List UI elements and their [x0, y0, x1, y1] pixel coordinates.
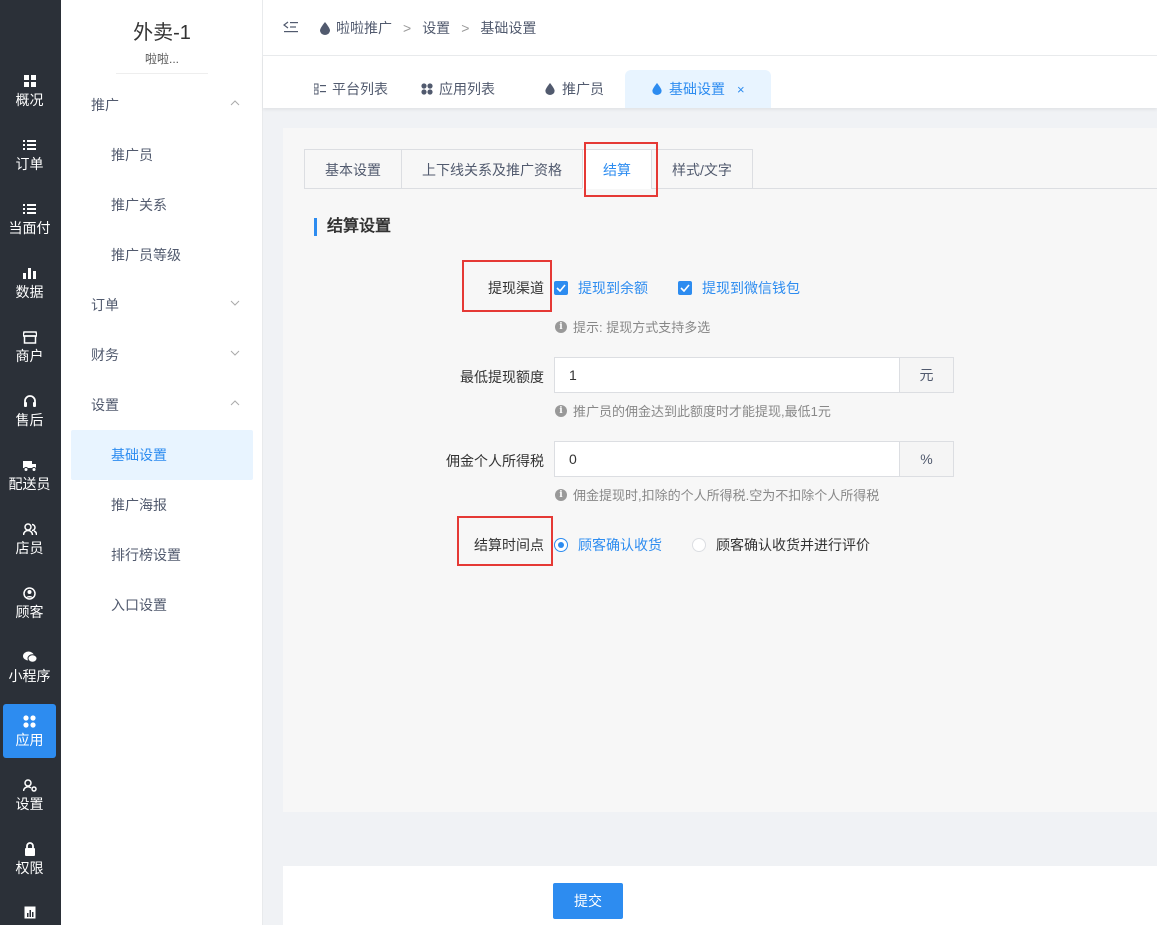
tax-group: % [554, 441, 954, 477]
rail-item-after-sales[interactable]: 售后 [3, 384, 56, 438]
drop-icon [652, 83, 662, 95]
rail-item-staff[interactable]: 店员 [3, 512, 56, 566]
bar-chart-icon [23, 266, 37, 280]
section-title: 结算设置 [314, 218, 391, 236]
breadcrumb-separator: > [403, 20, 412, 36]
info-icon: i [555, 488, 567, 501]
rail-item-permissions[interactable]: 权限 [3, 832, 56, 886]
info-icon: i [555, 404, 567, 417]
radio-confirm-receipt[interactable]: 顾客确认收货 [554, 535, 662, 555]
secondary-menu: 外卖-1 啦啦... 推广 推广员 推广关系 推广员等级 订单 财务 设置 基础… [61, 0, 263, 925]
page-tab-bar: 平台列表 应用列表 推广员 基础设置 × [263, 56, 1157, 108]
info-icon: i [555, 320, 567, 333]
check-icon [678, 281, 692, 295]
list-icon [23, 202, 37, 216]
menu-group-settings[interactable]: 设置 [91, 395, 241, 415]
rail-item-courier[interactable]: 配送员 [3, 448, 56, 502]
chevron-up-icon [230, 100, 240, 106]
settle-time-label: 结算时间点 [474, 537, 544, 553]
tab-style-text[interactable]: 样式/文字 [651, 149, 753, 189]
rail-item-face-pay[interactable]: 当面付 [3, 192, 56, 246]
form-footer: 提交 [283, 866, 1157, 925]
close-icon[interactable]: × [737, 82, 745, 97]
rail-item-merchant[interactable]: 商户 [3, 320, 56, 374]
rail-item-apps[interactable]: 应用 [3, 704, 56, 758]
breadcrumb-item[interactable]: 啦啦推广 [336, 18, 392, 38]
top-header: 啦啦推广 > 设置 > 基础设置 [263, 0, 1157, 56]
headset-icon [23, 394, 37, 408]
tax-input[interactable] [554, 441, 899, 477]
breadcrumb-separator: > [461, 20, 470, 36]
chevron-down-icon [230, 300, 240, 306]
user-settings-icon [22, 778, 37, 792]
tax-hint: i 佣金提现时,扣除的个人所得税.空为不扣除个人所得税 [555, 485, 879, 504]
menu-item-promotion-relations[interactable]: 推广关系 [71, 180, 253, 230]
menu-item-promoter[interactable]: 推广员 [71, 130, 253, 180]
rail-item-report[interactable] [3, 896, 56, 925]
chevron-up-icon [230, 400, 240, 406]
menu-item-leaderboard-settings[interactable]: 排行榜设置 [71, 530, 253, 580]
tab-basic[interactable]: 基本设置 [304, 149, 401, 189]
list-icon [23, 138, 37, 152]
main-nav-rail: 概况 订单 当面付 数据 商户 售后 配送员 店员 顾客 小程序 应用 设置 权… [0, 0, 61, 925]
rail-item-orders[interactable]: 订单 [3, 128, 56, 182]
rail-item-settings[interactable]: 设置 [3, 768, 56, 822]
store-icon [22, 330, 37, 344]
menu-group-finance[interactable]: 财务 [91, 345, 241, 365]
apps-icon [421, 83, 433, 95]
collapse-menu-icon[interactable] [283, 20, 299, 34]
rail-item-data[interactable]: 数据 [3, 256, 56, 310]
withdraw-to-balance-checkbox[interactable]: 提现到余额 [554, 278, 648, 298]
tab-settlement[interactable]: 结算 [582, 149, 651, 189]
tab-basic-settings[interactable]: 基础设置 × [625, 70, 771, 108]
drop-icon [320, 21, 330, 35]
min-withdraw-input[interactable] [554, 357, 899, 393]
tab-app-list[interactable]: 应用列表 [421, 70, 495, 108]
radio-dot [554, 538, 568, 552]
tab-platform-list[interactable]: 平台列表 [314, 70, 388, 108]
min-withdraw-hint: i 推广员的佣金达到此额度时才能提现,最低1元 [555, 401, 831, 420]
delivery-icon [22, 458, 37, 472]
withdraw-to-wechat-checkbox[interactable]: 提现到微信钱包 [678, 278, 800, 298]
radio-confirm-and-review[interactable]: 顾客确认收货并进行评价 [692, 535, 870, 555]
radio-dot [692, 538, 706, 552]
breadcrumb-item: 基础设置 [480, 20, 537, 36]
rail-item-customer[interactable]: 顾客 [3, 576, 56, 630]
tab-relations-qualification[interactable]: 上下线关系及推广资格 [401, 149, 582, 189]
list-icon [314, 83, 326, 95]
min-withdraw-label: 最低提现额度 [460, 369, 544, 385]
withdraw-channel-label: 提现渠道 [488, 280, 544, 296]
menu-item-promo-poster[interactable]: 推广海报 [71, 480, 253, 530]
apps-icon [23, 714, 37, 728]
menu-group-promotion[interactable]: 推广 [91, 95, 241, 115]
chevron-down-icon [230, 350, 240, 356]
users-icon [22, 522, 37, 536]
report-icon [23, 905, 37, 919]
store-name: 外卖-1 [133, 22, 191, 44]
lock-icon [23, 842, 37, 856]
submit-button[interactable]: 提交 [553, 883, 623, 919]
check-icon [554, 281, 568, 295]
dashboard-icon [23, 74, 37, 88]
breadcrumb: 啦啦推广 > 设置 > 基础设置 [320, 18, 536, 38]
drop-icon [545, 83, 555, 95]
menu-item-basic-settings[interactable]: 基础设置 [71, 430, 253, 480]
tab-promoter[interactable]: 推广员 [544, 70, 604, 108]
user-circle-icon [23, 586, 37, 600]
tax-label: 佣金个人所得税 [446, 453, 544, 469]
rail-item-miniprogram[interactable]: 小程序 [3, 640, 56, 694]
menu-item-promoter-levels[interactable]: 推广员等级 [71, 230, 253, 280]
min-withdraw-suffix: 元 [899, 357, 954, 393]
menu-group-orders[interactable]: 订单 [91, 295, 241, 315]
rail-item-overview[interactable]: 概况 [3, 64, 56, 118]
settings-tabs: 基本设置 上下线关系及推广资格 结算 样式/文字 [304, 149, 1157, 189]
store-subtitle: 啦啦... [116, 50, 208, 74]
breadcrumb-item[interactable]: 设置 [422, 18, 450, 38]
menu-item-entry-settings[interactable]: 入口设置 [71, 580, 253, 630]
min-withdraw-group: 元 [554, 357, 954, 393]
withdraw-channel-hint: i 提示: 提现方式支持多选 [555, 317, 710, 336]
wechat-icon [22, 650, 37, 664]
settings-card: 基本设置 上下线关系及推广资格 结算 样式/文字 结算设置 提现渠道 提现到余额… [283, 128, 1157, 812]
tax-suffix: % [899, 441, 954, 477]
